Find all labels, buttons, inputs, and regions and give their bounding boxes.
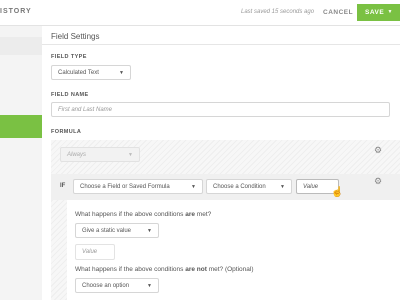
field-type-select[interactable]: Calculated Text ▼ xyxy=(51,65,131,80)
panel-title: Field Settings xyxy=(51,32,100,41)
condition-value-text: Value xyxy=(303,184,319,190)
condition-select[interactable]: Choose a Condition ▼ xyxy=(206,179,292,194)
if-label: IF xyxy=(60,183,66,189)
hand-pointer-icon: ☝ xyxy=(331,187,344,198)
gear-icon[interactable]: ⚙ xyxy=(374,146,382,155)
chevron-down-icon: ▼ xyxy=(147,283,152,289)
cancel-button[interactable]: CANCEL xyxy=(323,9,353,16)
always-select[interactable]: Always ▼ xyxy=(60,147,140,162)
sidebar-item-active[interactable] xyxy=(0,115,42,138)
chevron-down-icon: ▼ xyxy=(119,70,124,76)
app-title-fragment: ISTORY xyxy=(0,8,32,15)
chevron-down-icon: ▼ xyxy=(280,184,285,190)
sidebar xyxy=(0,26,42,300)
top-bar: ISTORY Last saved 15 seconds ago CANCEL … xyxy=(0,0,400,26)
field-or-formula-value: Choose a Field or Saved Formula xyxy=(80,184,170,190)
met-question-emph: are xyxy=(185,211,195,218)
always-value: Always xyxy=(67,152,87,158)
not-met-question-suffix: met? (Optional) xyxy=(206,266,254,273)
gear-icon[interactable]: ⚙ xyxy=(374,177,382,186)
met-question: What happens if the above conditions are… xyxy=(75,211,211,218)
field-type-value: Calculated Text xyxy=(58,70,99,76)
not-met-action-select[interactable]: Choose an option ▼ xyxy=(75,278,159,293)
met-value-input[interactable]: Value xyxy=(75,244,115,260)
field-name-input[interactable]: First and Last Name xyxy=(51,102,390,117)
chevron-down-icon[interactable]: ▼ xyxy=(388,9,393,15)
not-met-question-emph: are not xyxy=(185,266,207,273)
met-value-placeholder: Value xyxy=(82,249,98,255)
condition-value: Choose a Condition xyxy=(213,184,266,190)
formula-label: FORMULA xyxy=(51,129,82,135)
last-saved-status: Last saved 15 seconds ago xyxy=(241,9,315,15)
chevron-down-icon: ▼ xyxy=(147,228,152,234)
field-name-placeholder: First and Last Name xyxy=(58,107,113,113)
met-question-suffix: met? xyxy=(194,211,212,218)
not-met-question: What happens if the above conditions are… xyxy=(75,266,254,273)
field-type-label: FIELD TYPE xyxy=(51,54,87,60)
not-met-question-prefix: What happens if the above conditions xyxy=(75,266,186,273)
divider xyxy=(42,44,400,45)
field-or-formula-select[interactable]: Choose a Field or Saved Formula ▼ xyxy=(73,179,203,194)
met-action-select[interactable]: Give a static value ▼ xyxy=(75,223,159,238)
not-met-action-value: Choose an option xyxy=(82,283,130,289)
save-button-label: SAVE xyxy=(365,9,385,16)
chevron-down-icon: ▼ xyxy=(191,184,196,190)
sidebar-item[interactable] xyxy=(0,37,42,55)
met-action-value: Give a static value xyxy=(82,228,132,234)
save-button[interactable]: SAVE ▼ xyxy=(357,4,400,21)
chevron-down-icon: ▼ xyxy=(128,152,133,158)
met-question-prefix: What happens if the above conditions xyxy=(75,211,186,218)
field-name-label: FIELD NAME xyxy=(51,92,89,98)
